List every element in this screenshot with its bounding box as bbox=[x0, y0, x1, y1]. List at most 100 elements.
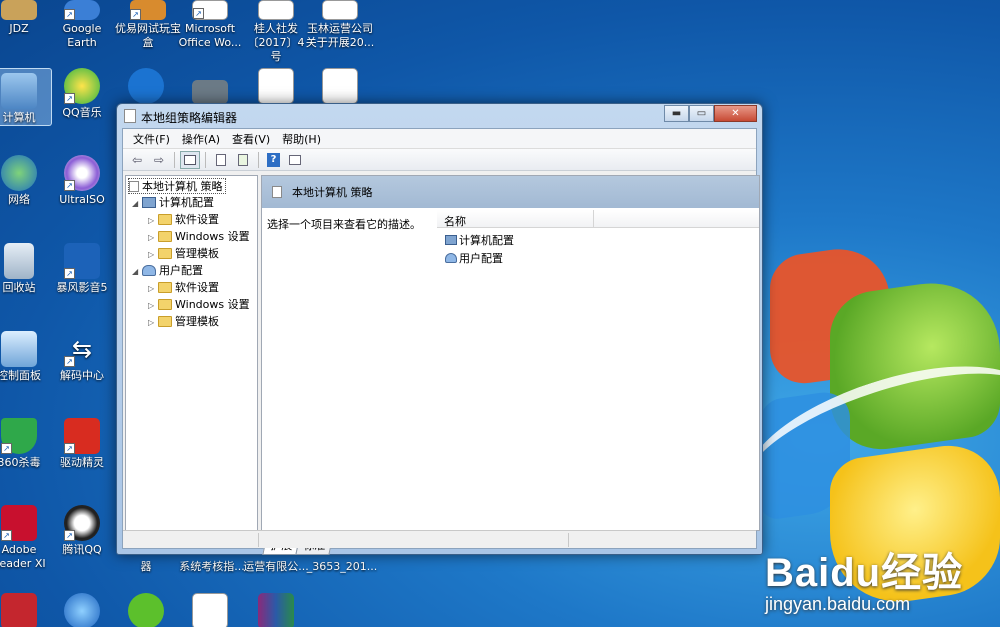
close-button[interactable]: ✕ bbox=[714, 105, 757, 122]
tree-user-software-settings[interactable]: ▷ 软件设置 bbox=[148, 280, 219, 296]
tree-user-config[interactable]: ◢ 用户配置 bbox=[132, 263, 203, 279]
desktop-icon-adobe-reader[interactable]: ↗ Adobe Reader XI bbox=[0, 505, 52, 571]
excel-doc-icon bbox=[192, 593, 228, 627]
expand-arrow-icon[interactable]: ▷ bbox=[148, 281, 158, 297]
properties-button[interactable] bbox=[211, 151, 231, 169]
desktop-icon-qq[interactable]: ↗ 腾讯QQ bbox=[49, 505, 115, 557]
collapse-arrow-icon[interactable]: ◢ bbox=[132, 196, 142, 212]
title-bar[interactable]: 本地组策略编辑器 ▬ ▭ ✕ bbox=[117, 104, 762, 128]
desktop-icon-decoder[interactable]: ⇆ ↗ 解码中心 bbox=[49, 331, 115, 383]
desktop-icon-autocad[interactable] bbox=[0, 593, 52, 627]
desktop-icon-excel[interactable] bbox=[177, 593, 243, 627]
youyi-icon: ↗ bbox=[130, 0, 166, 20]
expand-arrow-icon[interactable]: ▷ bbox=[148, 298, 158, 314]
plus-icon bbox=[128, 593, 164, 627]
desktop-icon-office-word[interactable]: ↗ Microsoft Office Wo... bbox=[177, 0, 243, 50]
tree-computer-windows-settings[interactable]: ▷ Windows 设置 bbox=[148, 229, 250, 245]
tree-computer-software-settings[interactable]: ▷ 软件设置 bbox=[148, 212, 219, 228]
computer-icon bbox=[445, 235, 457, 245]
google-earth-icon: ↗ bbox=[64, 0, 100, 20]
desktop-icon-youyi[interactable]: ↗ 优易网试玩宝盒 bbox=[113, 0, 183, 50]
tree-computer-config[interactable]: ◢ 计算机配置 bbox=[132, 195, 214, 211]
menu-help[interactable]: 帮助(H) bbox=[276, 131, 327, 147]
desktop-icon-word-1[interactable] bbox=[243, 68, 309, 106]
minimize-button[interactable]: ▬ bbox=[664, 105, 689, 122]
desktop-label-partial-3[interactable]: 运营有限公... bbox=[243, 560, 309, 574]
tree-user-windows-settings[interactable]: ▷ Windows 设置 bbox=[148, 297, 250, 313]
desktop-icon-green-plus[interactable] bbox=[113, 593, 179, 627]
desktop-icon-computer[interactable]: 计算机 bbox=[0, 68, 52, 126]
network-icon bbox=[1, 155, 37, 191]
list-item-user-config[interactable]: 用户配置 bbox=[445, 250, 503, 266]
desktop-icon-360[interactable]: ↗ 360杀毒 bbox=[0, 418, 52, 470]
menu-bar: 文件(F) 操作(A) 查看(V) 帮助(H) bbox=[123, 129, 756, 149]
desktop-icon-recycle-bin[interactable]: 回收站 bbox=[0, 243, 52, 295]
tree-pane-icon bbox=[184, 154, 196, 165]
description-text: 选择一个项目来查看它的描述。 bbox=[267, 218, 421, 231]
computer-icon bbox=[1, 73, 37, 109]
folder-icon bbox=[158, 214, 172, 225]
desktop-icon-baofeng[interactable]: ↗ 暴风影音5 bbox=[49, 243, 115, 295]
navigation-tree: 本地计算机 策略 ◢ 计算机配置 ▷ 软件设置 ▷ Windows 设置 ▷ 管理模板 … bbox=[125, 175, 258, 531]
expand-arrow-icon[interactable]: ▷ bbox=[148, 213, 158, 229]
folder-icon bbox=[158, 282, 172, 293]
desktop-icon-jdz[interactable]: JDZ bbox=[0, 0, 52, 36]
list-item-computer-config[interactable]: 计算机配置 bbox=[445, 232, 514, 248]
tree-root-local-policy[interactable]: 本地计算机 策略 bbox=[128, 178, 226, 194]
expand-arrow-icon[interactable]: ▷ bbox=[148, 315, 158, 331]
winrar-icon bbox=[258, 593, 294, 627]
desktop-icon-blue-app[interactable] bbox=[113, 68, 179, 106]
column-header-name[interactable]: 名称 bbox=[444, 213, 466, 229]
pdf-icon bbox=[258, 0, 294, 20]
toolbar-separator bbox=[174, 151, 175, 168]
menu-action[interactable]: 操作(A) bbox=[176, 131, 226, 147]
group-policy-editor-window: 本地组策略编辑器 ▬ ▭ ✕ 文件(F) 操作(A) 查看(V) 帮助(H) ⇦… bbox=[116, 103, 763, 555]
recycle-bin-icon bbox=[4, 243, 34, 279]
control-panel-icon bbox=[1, 331, 37, 367]
baidu-watermark: Baidu经验 jingyan.baidu.com bbox=[765, 551, 964, 614]
export-icon bbox=[238, 153, 248, 166]
desktop-icon-media-player[interactable] bbox=[49, 593, 115, 627]
show-hide-tree-button[interactable] bbox=[180, 150, 200, 169]
desktop-icon-ultraiso[interactable]: ↗ UltraISO bbox=[49, 155, 115, 207]
menu-file[interactable]: 文件(F) bbox=[127, 131, 176, 147]
back-button[interactable]: ⇦ bbox=[127, 151, 147, 169]
policy-document-icon bbox=[272, 186, 282, 198]
column-divider[interactable] bbox=[593, 210, 594, 228]
desktop-label-partial-4[interactable]: _3653_201... bbox=[306, 560, 378, 574]
user-icon bbox=[445, 253, 457, 263]
toolbar-separator bbox=[258, 151, 259, 168]
collapse-arrow-icon[interactable]: ◢ bbox=[132, 264, 142, 280]
desktop-icon-network[interactable]: 网络 bbox=[0, 155, 52, 207]
forward-button[interactable]: ⇨ bbox=[149, 151, 169, 169]
jdz-icon bbox=[1, 0, 37, 20]
desktop-label-partial-1[interactable]: 器 bbox=[113, 560, 179, 574]
disc-icon: ↗ bbox=[64, 155, 100, 191]
expand-arrow-icon[interactable]: ▷ bbox=[148, 247, 158, 263]
driver-genius-icon: ↗ bbox=[64, 418, 100, 454]
play-icon bbox=[64, 593, 100, 627]
tree-computer-admin-templates[interactable]: ▷ 管理模板 bbox=[148, 246, 219, 262]
expand-arrow-icon[interactable]: ▷ bbox=[148, 230, 158, 246]
list-header: 名称 bbox=[437, 210, 759, 228]
details-header: 本地计算机 策略 bbox=[262, 176, 759, 208]
status-bar bbox=[123, 530, 756, 548]
word-doc-icon bbox=[258, 68, 294, 104]
desktop-icon-yulin-doc[interactable]: 玉林运营公司关于开展20... bbox=[303, 0, 377, 50]
desktop-label-partial-2[interactable]: 系统考核指... bbox=[177, 560, 247, 574]
folder-icon bbox=[158, 248, 172, 259]
desktop-icon-winrar[interactable] bbox=[243, 593, 309, 627]
desktop-icon-google-earth[interactable]: ↗ Google Earth bbox=[49, 0, 115, 50]
desktop-icon-word-2[interactable] bbox=[307, 68, 373, 106]
desktop-icon-driver-genius[interactable]: ↗ 驱动精灵 bbox=[49, 418, 115, 470]
help-button[interactable]: ? bbox=[267, 152, 280, 167]
desktop-icon-qq-music[interactable]: ↗ QQ音乐 bbox=[49, 68, 115, 120]
menu-view[interactable]: 查看(V) bbox=[226, 131, 276, 147]
photo-icon bbox=[192, 80, 228, 104]
maximize-button[interactable]: ▭ bbox=[689, 105, 714, 122]
tree-user-admin-templates[interactable]: ▷ 管理模板 bbox=[148, 314, 219, 330]
view-button[interactable] bbox=[285, 151, 305, 169]
export-list-button[interactable] bbox=[233, 151, 253, 169]
desktop-icon-pdf-doc[interactable]: 桂人社发〔2017〕4号 bbox=[243, 0, 309, 64]
desktop-icon-control-panel[interactable]: 控制面板 bbox=[0, 331, 52, 383]
